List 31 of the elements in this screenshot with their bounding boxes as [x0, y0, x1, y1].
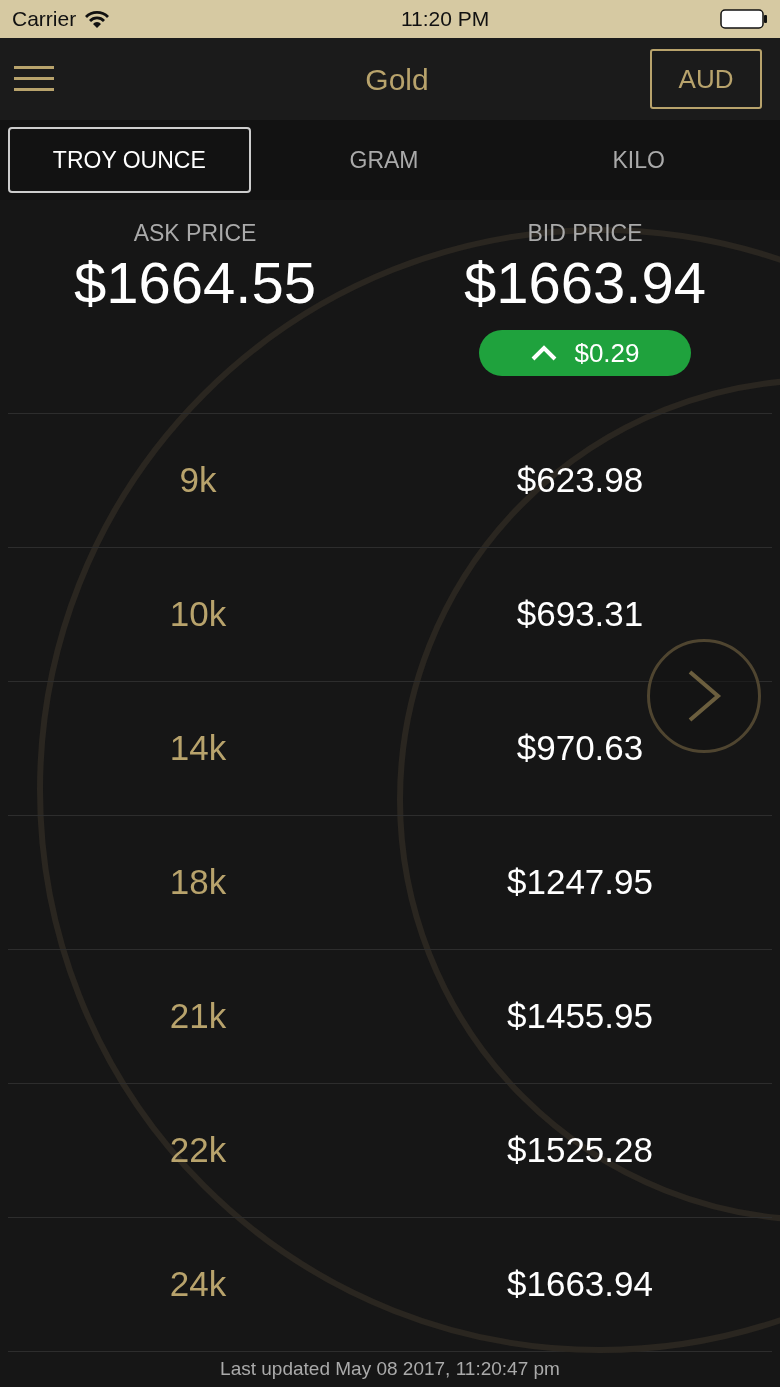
last-updated-text: Last updated May 08 2017, 11:20:47 pm — [220, 1357, 560, 1382]
karat-price: $693.31 — [515, 593, 645, 636]
screen-title: Gold — [365, 61, 429, 98]
menu-icon[interactable] — [14, 65, 54, 93]
unit-tab[interactable]: KILO — [517, 127, 760, 193]
price-change-badge: $0.29 — [479, 330, 691, 377]
bid-price-value: $1663.94 — [464, 250, 706, 315]
karat-price: $1525.28 — [506, 1129, 654, 1172]
karat-price: $1663.94 — [506, 1263, 654, 1306]
karat-label: 14k — [168, 727, 228, 770]
clock-time: 11:20 PM — [400, 6, 490, 33]
karat-price: $1247.95 — [506, 861, 654, 904]
karat-price: $623.98 — [515, 459, 645, 502]
karat-label: 21k — [168, 995, 228, 1038]
unit-tab[interactable]: TROY OUNCE — [8, 127, 251, 193]
ask-price-label: ASK PRICE — [132, 219, 258, 248]
karat-price: $1455.95 — [506, 995, 654, 1038]
ask-price-value: $1664.55 — [73, 250, 317, 315]
chevron-right-icon — [686, 670, 722, 722]
battery-icon — [720, 9, 768, 29]
currency-button[interactable]: AUD — [650, 49, 762, 109]
karat-label: 24k — [168, 1263, 228, 1306]
karat-label: 9k — [178, 459, 218, 502]
carrier-label: Carrier — [12, 6, 77, 33]
karat-label: 10k — [168, 593, 228, 636]
karat-label: 18k — [168, 861, 228, 904]
bid-price-label: BID PRICE — [527, 219, 643, 248]
karat-price: $970.63 — [515, 727, 645, 770]
unit-tab[interactable]: GRAM — [262, 127, 506, 193]
wifi-icon — [84, 10, 111, 28]
karat-label: 22k — [168, 1129, 228, 1172]
